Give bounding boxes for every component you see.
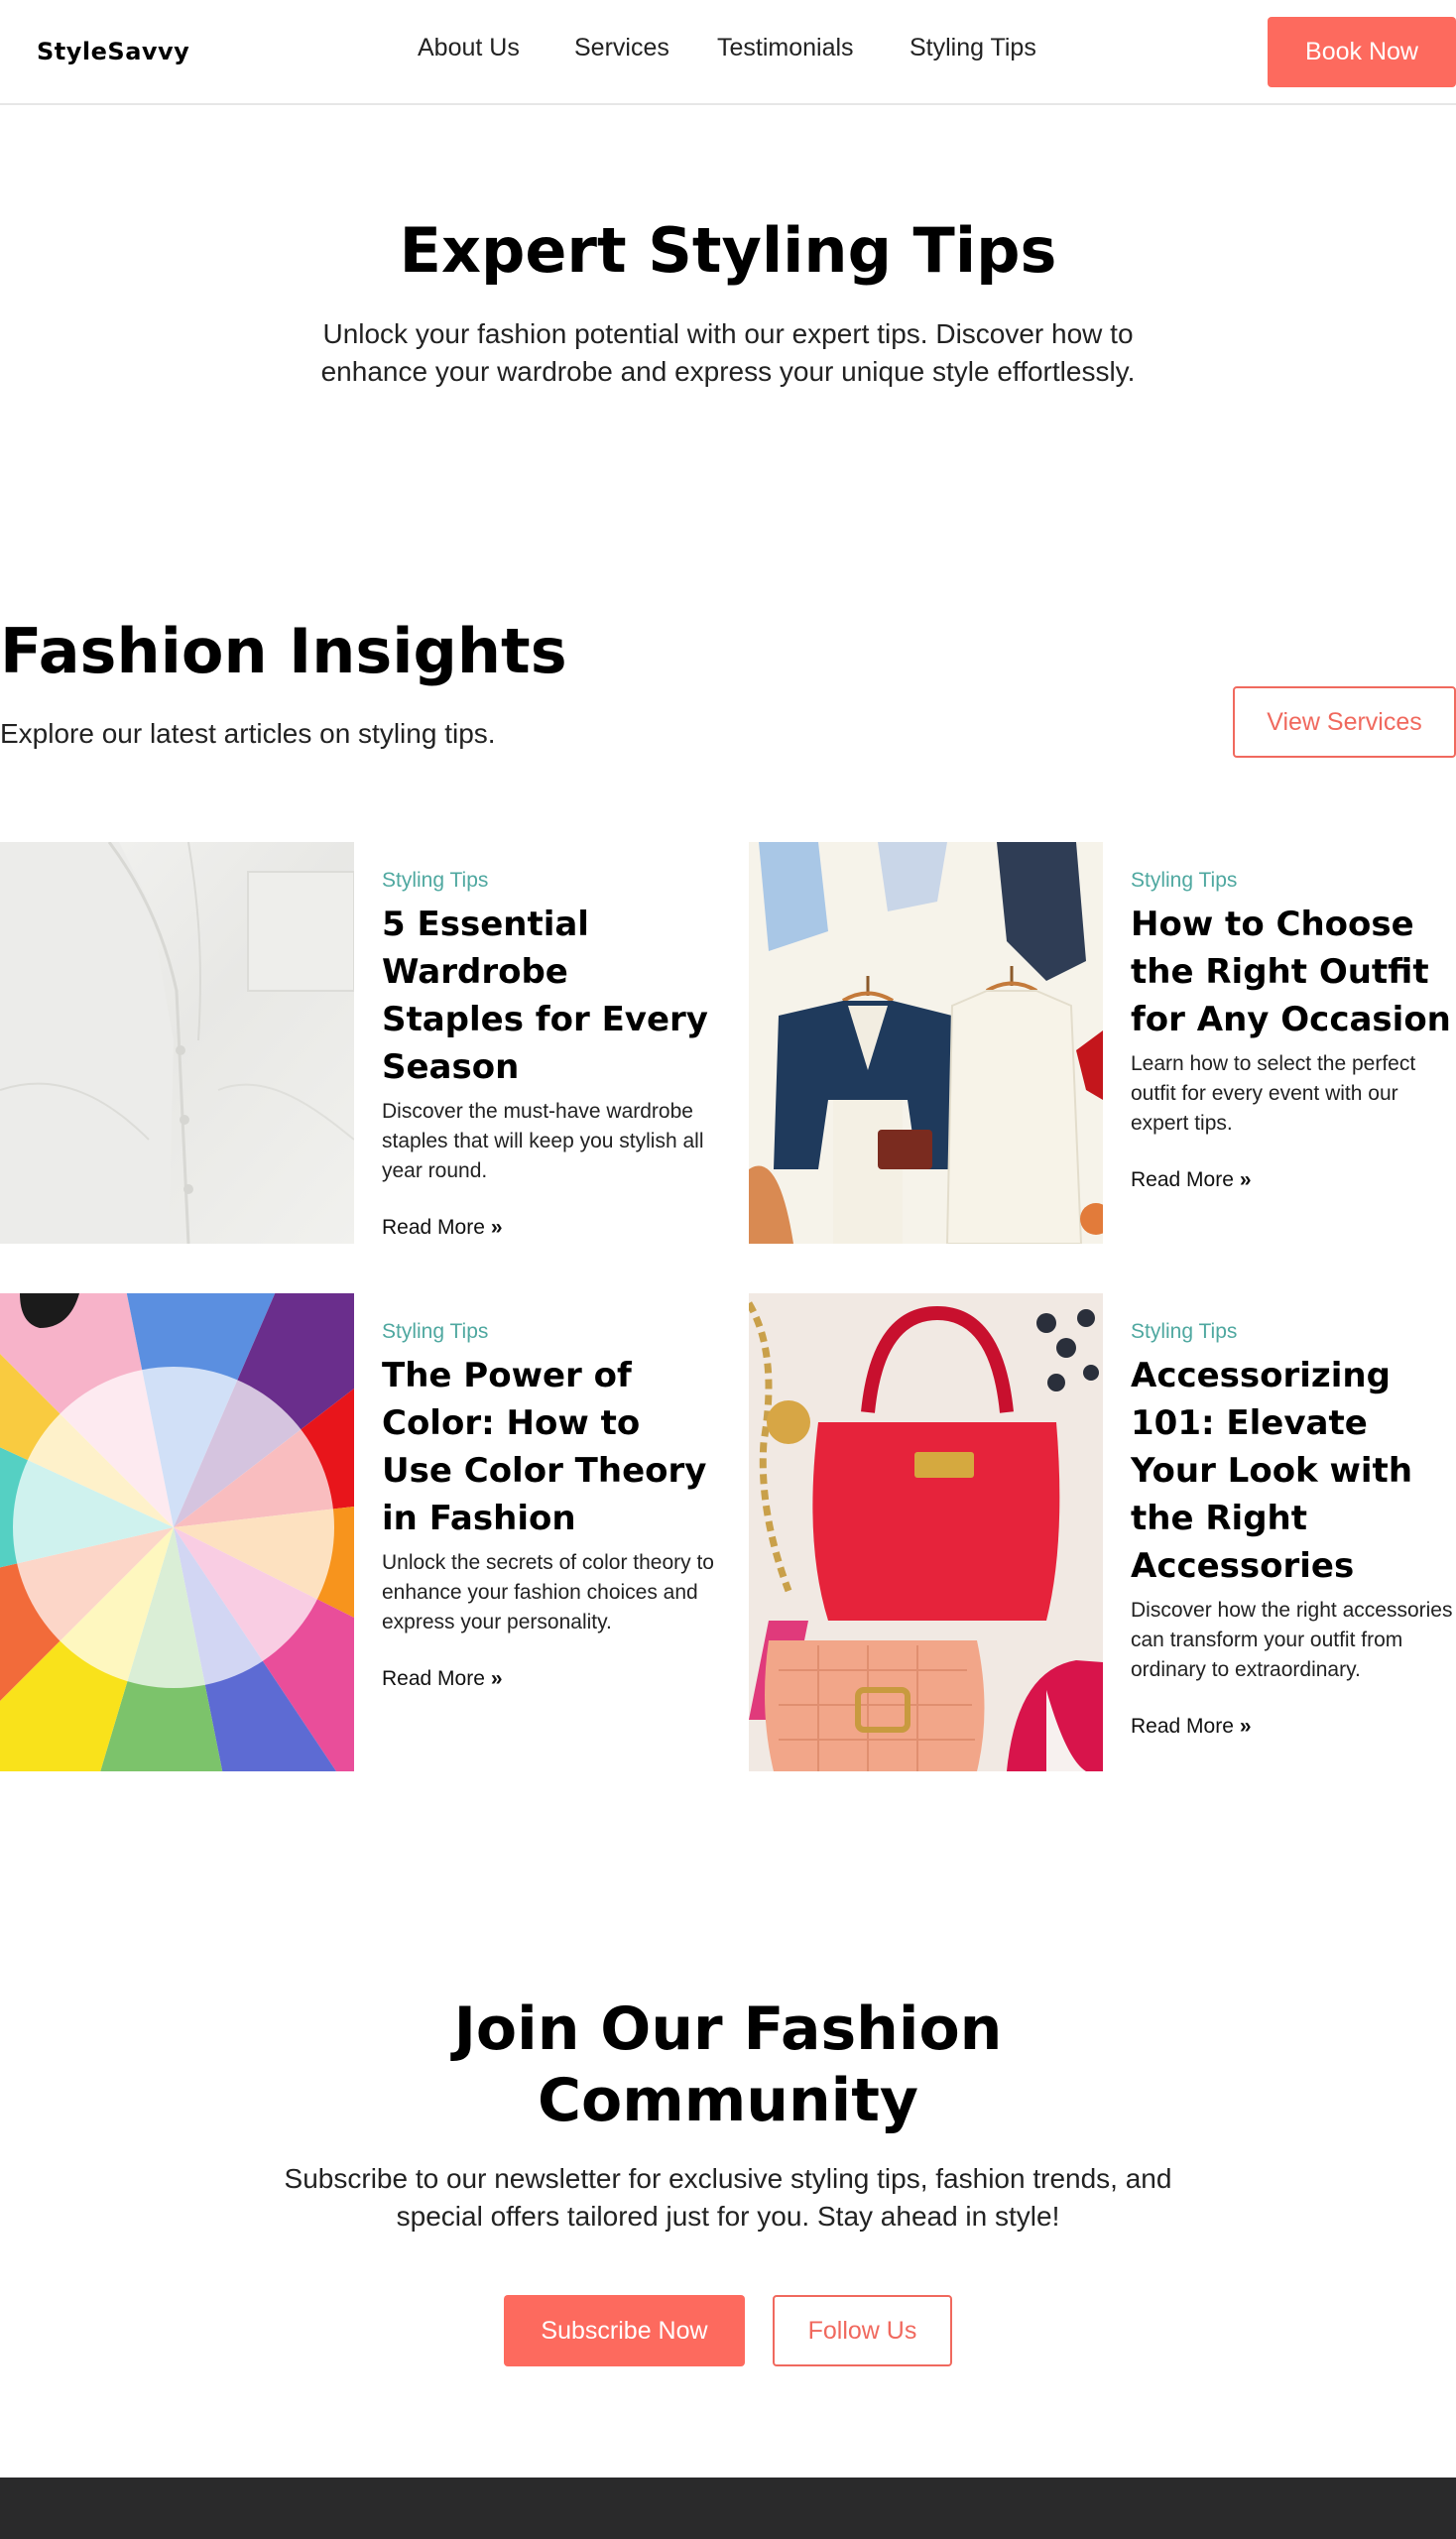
- subscribe-now-button[interactable]: Subscribe Now: [504, 2295, 745, 2366]
- insights-subtitle: Explore our latest articles on styling t…: [0, 718, 496, 749]
- nav-link-testimonials[interactable]: Testimonials: [717, 34, 876, 62]
- article-card-accessorizing: Styling Tips Accessorizing 101: Elevate …: [1131, 1320, 1456, 1739]
- read-more-label: Read More: [1131, 1168, 1234, 1191]
- double-chevron-right-icon: »: [1239, 1715, 1252, 1738]
- article-description: Unlock the secrets of color theory to en…: [382, 1551, 714, 1633]
- article-description: Discover the must-have wardrobe staples …: [382, 1100, 704, 1182]
- join-subtitle: Subscribe to our newsletter for exclusiv…: [284, 2163, 1172, 2232]
- article-image-wardrobe-staples[interactable]: [0, 842, 354, 1244]
- site-logo[interactable]: StyleSavvy: [37, 38, 189, 65]
- article-card-right-outfit: Styling Tips How to Choose the Right Out…: [1131, 869, 1456, 1192]
- read-more-link[interactable]: Read More»: [382, 1216, 503, 1240]
- article-card-color-theory: Styling Tips The Power of Color: How to …: [382, 1320, 719, 1691]
- footer: [0, 2478, 1456, 2539]
- nav-link-services[interactable]: Services: [574, 34, 693, 62]
- article-title[interactable]: Accessorizing 101: Elevate Your Look wit…: [1131, 1352, 1456, 1590]
- read-more-label: Read More: [382, 1667, 485, 1690]
- top-navbar: StyleSavvy About Us Services Testimonial…: [0, 0, 1456, 105]
- view-services-button[interactable]: View Services: [1233, 686, 1456, 758]
- double-chevron-right-icon: »: [490, 1667, 503, 1690]
- hero-subtitle: Unlock your fashion potential with our e…: [320, 318, 1136, 387]
- white-shirt-image: [0, 842, 354, 1244]
- nav-link-styling-tips[interactable]: Styling Tips: [910, 34, 1068, 62]
- hero-title: Expert Styling Tips: [399, 214, 1057, 287]
- double-chevron-right-icon: »: [1239, 1168, 1252, 1191]
- nav-link-about-us[interactable]: About Us: [418, 34, 537, 62]
- article-image-color-theory[interactable]: [0, 1293, 354, 1771]
- article-category[interactable]: Styling Tips: [382, 869, 719, 893]
- read-more-link[interactable]: Read More»: [1131, 1715, 1252, 1739]
- article-category[interactable]: Styling Tips: [1131, 1320, 1456, 1344]
- article-image-right-outfit[interactable]: [749, 842, 1103, 1244]
- handbag-accessories-image: [749, 1293, 1103, 1771]
- article-title[interactable]: 5 Essential Wardrobe Staples for Every S…: [382, 901, 719, 1091]
- article-category[interactable]: Styling Tips: [382, 1320, 719, 1344]
- follow-us-button[interactable]: Follow Us: [773, 2295, 952, 2366]
- book-now-button[interactable]: Book Now: [1268, 17, 1456, 87]
- article-title[interactable]: The Power of Color: How to Use Color The…: [382, 1352, 719, 1542]
- color-wheel-image: [0, 1293, 354, 1771]
- article-description: Learn how to select the perfect outfit f…: [1131, 1052, 1416, 1135]
- article-card-wardrobe-staples: Styling Tips 5 Essential Wardrobe Staple…: [382, 869, 719, 1240]
- article-image-accessorizing[interactable]: [749, 1293, 1103, 1771]
- insights-title: Fashion Insights: [0, 615, 567, 687]
- article-category[interactable]: Styling Tips: [1131, 869, 1456, 893]
- join-title: Join Our Fashion Community: [453, 1995, 1003, 2135]
- outfits-hangers-image: [749, 842, 1103, 1244]
- read-more-label: Read More: [382, 1216, 485, 1239]
- read-more-label: Read More: [1131, 1715, 1234, 1738]
- article-description: Discover how the right accessories can t…: [1131, 1599, 1453, 1681]
- double-chevron-right-icon: »: [490, 1216, 503, 1239]
- read-more-link[interactable]: Read More»: [1131, 1168, 1252, 1192]
- article-title[interactable]: How to Choose the Right Outfit for Any O…: [1131, 901, 1456, 1043]
- read-more-link[interactable]: Read More»: [382, 1667, 503, 1691]
